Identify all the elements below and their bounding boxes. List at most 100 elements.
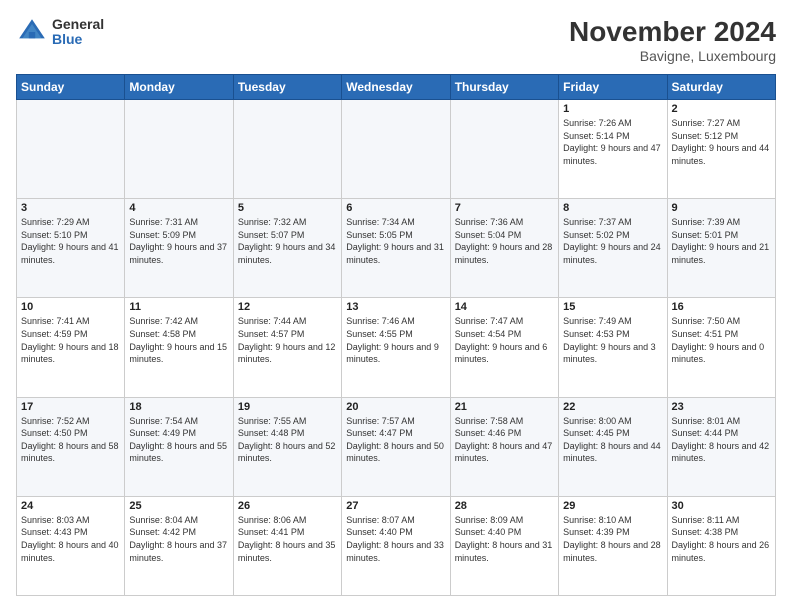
page: General Blue November 2024 Bavigne, Luxe…: [0, 0, 792, 612]
title-block: November 2024 Bavigne, Luxembourg: [569, 16, 776, 64]
day-number-4: 4: [129, 202, 228, 214]
week-row-3: 17 Sunrise: 7:52 AM Sunset: 4:50 PM Dayli…: [17, 397, 776, 496]
day-info-11: Sunrise: 7:42 AM Sunset: 4:58 PM Dayligh…: [129, 315, 228, 365]
header-tuesday: Tuesday: [233, 75, 341, 100]
calendar-cell-4-1: 25 Sunrise: 8:04 AM Sunset: 4:42 PM Dayli…: [125, 496, 233, 595]
header-monday: Monday: [125, 75, 233, 100]
day-info-8: Sunrise: 7:37 AM Sunset: 5:02 PM Dayligh…: [563, 216, 662, 266]
calendar-cell-0-4: [450, 100, 558, 199]
day-info-25: Sunrise: 8:04 AM Sunset: 4:42 PM Dayligh…: [129, 514, 228, 564]
day-number-11: 11: [129, 301, 228, 313]
calendar-cell-2-1: 11 Sunrise: 7:42 AM Sunset: 4:58 PM Dayli…: [125, 298, 233, 397]
week-row-4: 24 Sunrise: 8:03 AM Sunset: 4:43 PM Dayli…: [17, 496, 776, 595]
day-number-15: 15: [563, 301, 662, 313]
week-row-1: 3 Sunrise: 7:29 AM Sunset: 5:10 PM Daylig…: [17, 199, 776, 298]
day-number-20: 20: [346, 401, 445, 413]
calendar-cell-3-5: 22Sunrise: 8:00 AM Sunset: 4:45 PM Dayli…: [559, 397, 667, 496]
day-info-22: Sunrise: 8:00 AM Sunset: 4:45 PM Dayligh…: [563, 415, 662, 465]
calendar-cell-2-6: 16 Sunrise: 7:50 AM Sunset: 4:51 PM Dayli…: [667, 298, 775, 397]
calendar-cell-4-5: 29 Sunrise: 8:10 AM Sunset: 4:39 PM Dayli…: [559, 496, 667, 595]
day-number-24: 24: [21, 500, 120, 512]
day-number-26: 26: [238, 500, 337, 512]
day-info-5: Sunrise: 7:32 AM Sunset: 5:07 PM Dayligh…: [238, 216, 337, 266]
day-number-18: 18: [129, 401, 228, 413]
calendar-cell-3-3: 20 Sunrise: 7:57 AM Sunset: 4:47 PM Dayli…: [342, 397, 450, 496]
day-info-13: Sunrise: 7:46 AM Sunset: 4:55 PM Dayligh…: [346, 315, 445, 365]
day-number-28: 28: [455, 500, 554, 512]
calendar-cell-3-2: 19Sunrise: 7:55 AM Sunset: 4:48 PM Dayli…: [233, 397, 341, 496]
day-info-17: Sunrise: 7:52 AM Sunset: 4:50 PM Dayligh…: [21, 415, 120, 465]
calendar-cell-3-6: 23 Sunrise: 8:01 AM Sunset: 4:44 PM Dayli…: [667, 397, 775, 496]
day-info-4: Sunrise: 7:31 AM Sunset: 5:09 PM Dayligh…: [129, 216, 228, 266]
day-info-1: Sunrise: 7:26 AM Sunset: 5:14 PM Dayligh…: [563, 117, 662, 167]
day-info-10: Sunrise: 7:41 AM Sunset: 4:59 PM Dayligh…: [21, 315, 120, 365]
day-info-30: Sunrise: 8:11 AM Sunset: 4:38 PM Dayligh…: [672, 514, 771, 564]
day-number-5: 5: [238, 202, 337, 214]
logo-text: General Blue: [52, 17, 104, 48]
day-info-3: Sunrise: 7:29 AM Sunset: 5:10 PM Dayligh…: [21, 216, 120, 266]
day-number-23: 23: [672, 401, 771, 413]
day-info-6: Sunrise: 7:34 AM Sunset: 5:05 PM Dayligh…: [346, 216, 445, 266]
day-info-20: Sunrise: 7:57 AM Sunset: 4:47 PM Dayligh…: [346, 415, 445, 465]
calendar-cell-2-5: 15 Sunrise: 7:49 AM Sunset: 4:53 PM Dayli…: [559, 298, 667, 397]
week-row-2: 10Sunrise: 7:41 AM Sunset: 4:59 PM Dayli…: [17, 298, 776, 397]
header-sunday: Sunday: [17, 75, 125, 100]
day-number-17: 17: [21, 401, 120, 413]
day-info-21: Sunrise: 7:58 AM Sunset: 4:46 PM Dayligh…: [455, 415, 554, 465]
calendar-cell-4-2: 26Sunrise: 8:06 AM Sunset: 4:41 PM Dayli…: [233, 496, 341, 595]
weekday-header-row: Sunday Monday Tuesday Wednesday Thursday…: [17, 75, 776, 100]
calendar-cell-0-3: [342, 100, 450, 199]
calendar-cell-0-2: [233, 100, 341, 199]
day-number-25: 25: [129, 500, 228, 512]
calendar-cell-2-0: 10Sunrise: 7:41 AM Sunset: 4:59 PM Dayli…: [17, 298, 125, 397]
day-number-9: 9: [672, 202, 771, 214]
header-thursday: Thursday: [450, 75, 558, 100]
day-info-29: Sunrise: 8:10 AM Sunset: 4:39 PM Dayligh…: [563, 514, 662, 564]
logo-blue: Blue: [52, 32, 104, 47]
calendar-table: Sunday Monday Tuesday Wednesday Thursday…: [16, 74, 776, 596]
day-info-16: Sunrise: 7:50 AM Sunset: 4:51 PM Dayligh…: [672, 315, 771, 365]
calendar-cell-0-6: 2 Sunrise: 7:27 AM Sunset: 5:12 PM Daylig…: [667, 100, 775, 199]
day-number-2: 2: [672, 103, 771, 115]
calendar-cell-3-0: 17 Sunrise: 7:52 AM Sunset: 4:50 PM Dayli…: [17, 397, 125, 496]
week-row-0: 1Sunrise: 7:26 AM Sunset: 5:14 PM Daylig…: [17, 100, 776, 199]
calendar-cell-1-3: 6Sunrise: 7:34 AM Sunset: 5:05 PM Daylig…: [342, 199, 450, 298]
main-title: November 2024: [569, 16, 776, 48]
calendar-cell-1-6: 9 Sunrise: 7:39 AM Sunset: 5:01 PM Daylig…: [667, 199, 775, 298]
logo: General Blue: [16, 16, 104, 48]
subtitle: Bavigne, Luxembourg: [569, 48, 776, 64]
day-number-12: 12: [238, 301, 337, 313]
day-number-7: 7: [455, 202, 554, 214]
calendar-cell-4-0: 24 Sunrise: 8:03 AM Sunset: 4:43 PM Dayli…: [17, 496, 125, 595]
day-number-13: 13: [346, 301, 445, 313]
day-info-9: Sunrise: 7:39 AM Sunset: 5:01 PM Dayligh…: [672, 216, 771, 266]
calendar-cell-0-1: [125, 100, 233, 199]
day-number-14: 14: [455, 301, 554, 313]
calendar-cell-1-4: 7 Sunrise: 7:36 AM Sunset: 5:04 PM Daylig…: [450, 199, 558, 298]
header-friday: Friday: [559, 75, 667, 100]
day-number-3: 3: [21, 202, 120, 214]
day-info-23: Sunrise: 8:01 AM Sunset: 4:44 PM Dayligh…: [672, 415, 771, 465]
calendar-cell-2-3: 13 Sunrise: 7:46 AM Sunset: 4:55 PM Dayli…: [342, 298, 450, 397]
calendar-cell-4-4: 28Sunrise: 8:09 AM Sunset: 4:40 PM Dayli…: [450, 496, 558, 595]
day-number-8: 8: [563, 202, 662, 214]
day-info-24: Sunrise: 8:03 AM Sunset: 4:43 PM Dayligh…: [21, 514, 120, 564]
header-wednesday: Wednesday: [342, 75, 450, 100]
day-number-19: 19: [238, 401, 337, 413]
calendar-cell-0-5: 1Sunrise: 7:26 AM Sunset: 5:14 PM Daylig…: [559, 100, 667, 199]
header-saturday: Saturday: [667, 75, 775, 100]
day-info-15: Sunrise: 7:49 AM Sunset: 4:53 PM Dayligh…: [563, 315, 662, 365]
day-number-29: 29: [563, 500, 662, 512]
calendar-cell-2-2: 12Sunrise: 7:44 AM Sunset: 4:57 PM Dayli…: [233, 298, 341, 397]
day-number-27: 27: [346, 500, 445, 512]
day-info-7: Sunrise: 7:36 AM Sunset: 5:04 PM Dayligh…: [455, 216, 554, 266]
logo-icon: [16, 16, 48, 48]
calendar-cell-3-4: 21Sunrise: 7:58 AM Sunset: 4:46 PM Dayli…: [450, 397, 558, 496]
calendar-cell-1-1: 4 Sunrise: 7:31 AM Sunset: 5:09 PM Daylig…: [125, 199, 233, 298]
day-number-16: 16: [672, 301, 771, 313]
day-number-30: 30: [672, 500, 771, 512]
calendar-cell-4-6: 30 Sunrise: 8:11 AM Sunset: 4:38 PM Dayli…: [667, 496, 775, 595]
day-info-2: Sunrise: 7:27 AM Sunset: 5:12 PM Dayligh…: [672, 117, 771, 167]
calendar-cell-2-4: 14Sunrise: 7:47 AM Sunset: 4:54 PM Dayli…: [450, 298, 558, 397]
header: General Blue November 2024 Bavigne, Luxe…: [16, 16, 776, 64]
